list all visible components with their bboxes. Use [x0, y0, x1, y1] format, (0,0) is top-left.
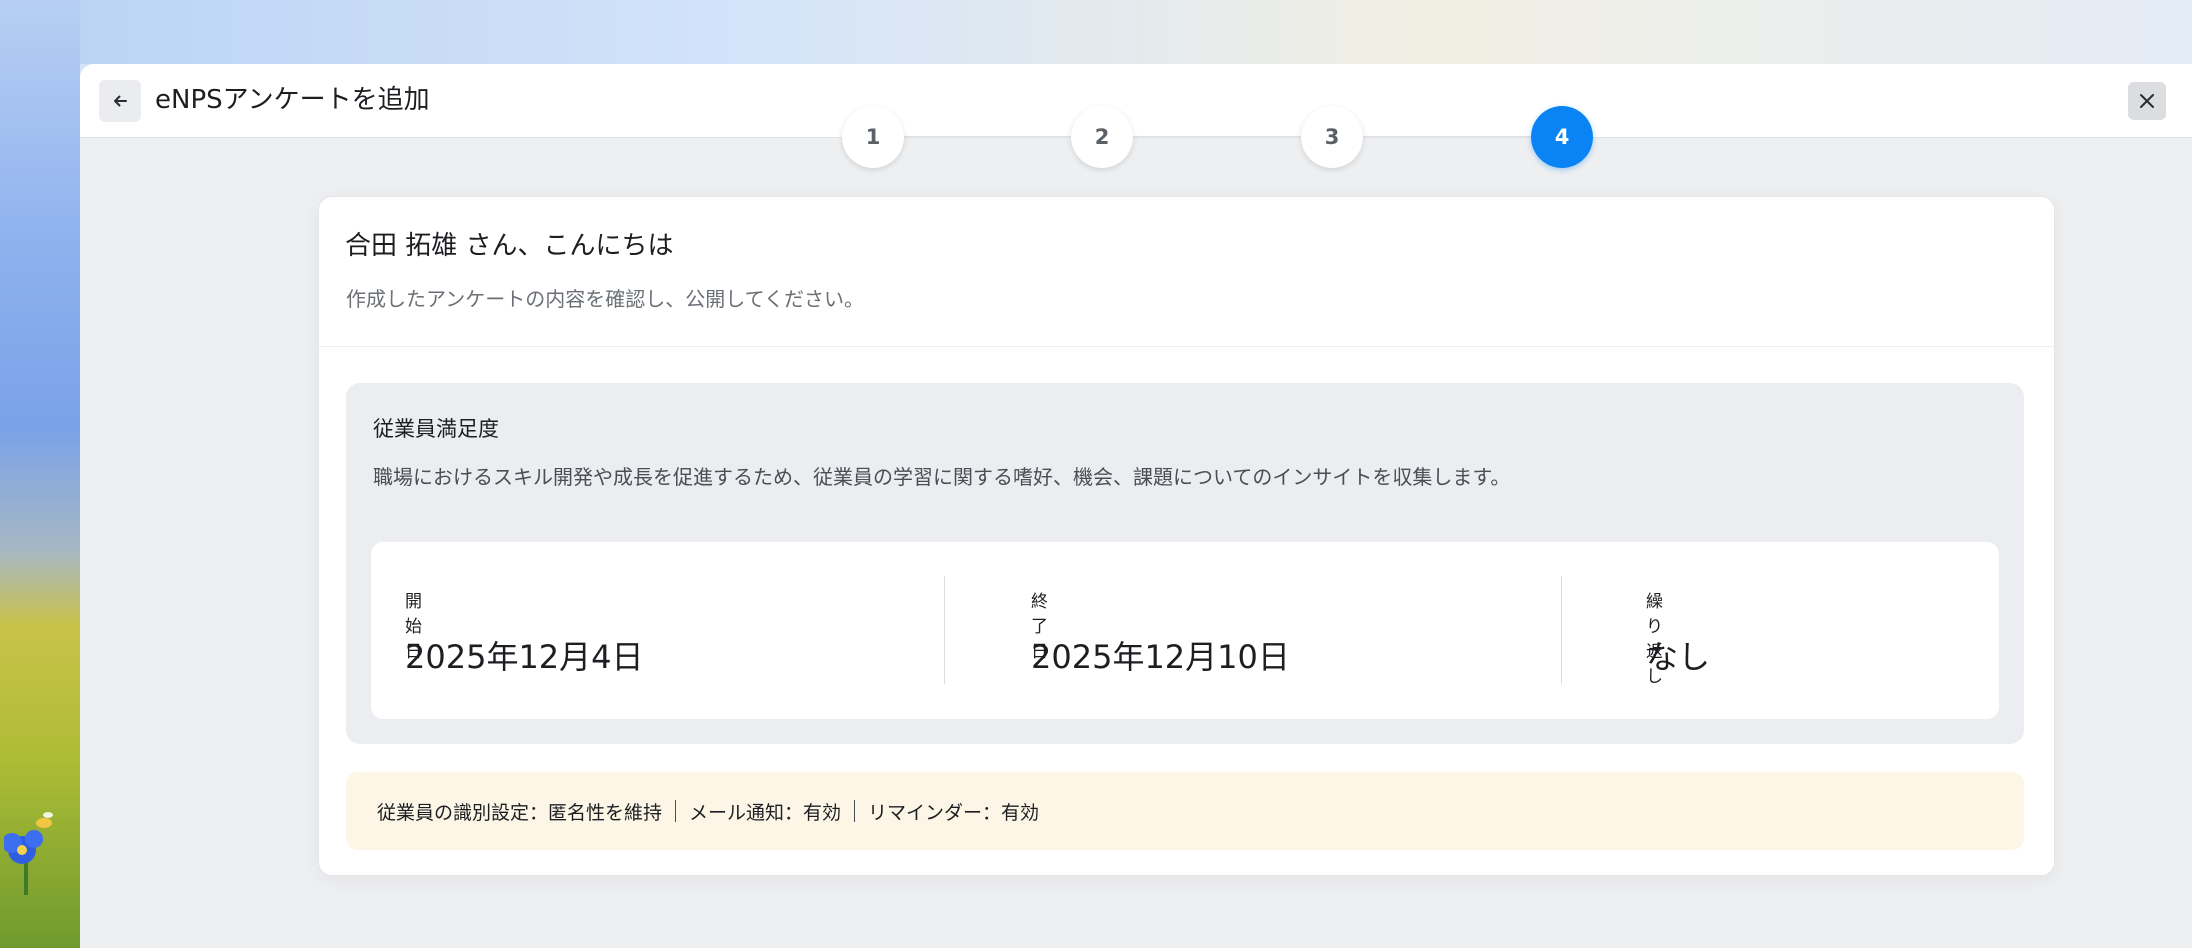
stepper-track — [873, 136, 1563, 138]
review-card: 合田 拓雄 さん、こんにちは 作成したアンケートの内容を確認し、公開してください… — [318, 196, 2055, 876]
identification-setting: 従業員の識別設定：匿名性を維持 — [377, 801, 663, 824]
separator — [854, 800, 856, 822]
end-date-value: 2025年12月10日 — [1031, 638, 1290, 676]
arrow-left-icon — [114, 95, 127, 107]
column-divider — [1561, 576, 1562, 684]
settings-summary: 従業員の識別設定：匿名性を維持 メール通知：有効 リマインダー：有効 — [346, 772, 2024, 850]
step-4-active[interactable]: 4 — [1531, 106, 1593, 168]
modal-title: eNPSアンケートを追加 — [155, 85, 430, 115]
survey-name: 従業員満足度 — [373, 417, 499, 441]
desktop-wallpaper-top — [0, 0, 2192, 64]
column-divider — [944, 576, 945, 684]
review-instructions: 作成したアンケートの内容を確認し、公開してください。 — [346, 287, 864, 311]
close-button[interactable] — [2128, 82, 2166, 120]
repeat-value: なし — [1646, 638, 1711, 676]
greeting-heading: 合田 拓雄 さん、こんにちは — [345, 231, 674, 261]
modal-header: eNPSアンケートを追加 — [80, 64, 2192, 138]
start-date-value: 2025年12月4日 — [405, 638, 644, 676]
schedule-panel: 開始日 2025年12月4日 終了日 2025年12月10日 繰り返し なし — [371, 542, 1999, 719]
survey-summary: 従業員満足度 職場におけるスキル開発や成長を促進するため、従業員の学習に関する嗜… — [346, 383, 2024, 744]
back-button[interactable] — [99, 80, 141, 122]
step-2[interactable]: 2 — [1071, 106, 1133, 168]
step-3[interactable]: 3 — [1301, 106, 1363, 168]
modal-window: eNPSアンケートを追加 1 2 3 4 合田 拓雄 さん、こんにちは 作成した… — [80, 64, 2192, 948]
close-icon — [2140, 94, 2154, 108]
step-1[interactable]: 1 — [842, 106, 904, 168]
survey-description: 職場におけるスキル開発や成長を促進するため、従業員の学習に関する嗜好、機会、課題… — [373, 465, 1511, 489]
email-notification-setting: メール通知：有効 — [689, 801, 842, 824]
flower-decoration — [4, 812, 53, 895]
reminder-setting: リマインダー：有効 — [868, 801, 1040, 824]
divider — [319, 346, 2054, 347]
separator — [675, 800, 677, 822]
